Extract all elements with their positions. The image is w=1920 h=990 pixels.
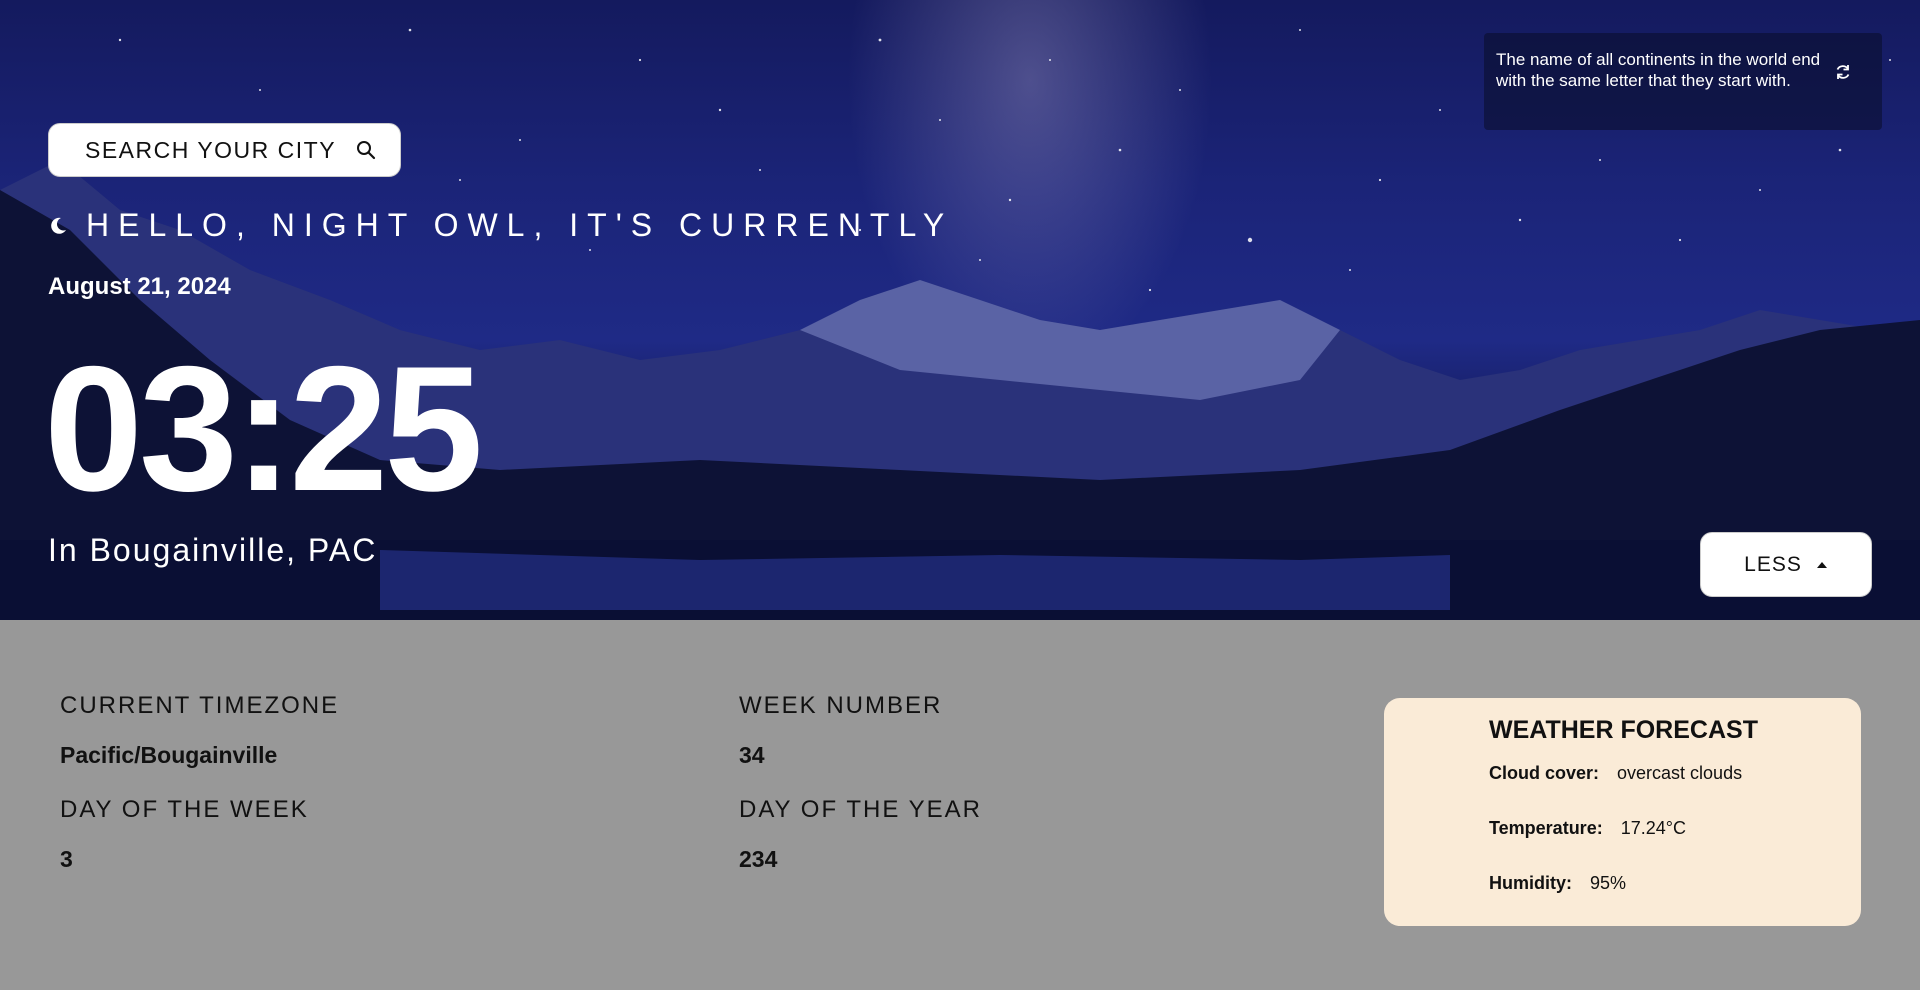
refresh-icon[interactable] xyxy=(1834,63,1852,81)
weather-title: WEATHER FORECAST xyxy=(1489,716,1758,744)
hero-background: SEARCH YOUR CITY HELLO, NIGHT OWL, IT'S … xyxy=(0,0,1920,620)
search-city-button[interactable]: SEARCH YOUR CITY xyxy=(48,123,401,177)
timezone-label: CURRENT TIMEZONE xyxy=(60,692,340,719)
current-date: August 21, 2024 xyxy=(48,273,231,300)
day-of-week-label: DAY OF THE WEEK xyxy=(60,796,309,823)
week-number-block: WEEK NUMBER 34 xyxy=(739,692,942,769)
day-of-week-block: DAY OF THE WEEK 3 xyxy=(60,796,309,873)
search-icon xyxy=(357,141,376,160)
day-of-year-value: 234 xyxy=(739,846,778,872)
cloud-cover-label: Cloud cover: xyxy=(1489,763,1600,783)
week-number-value: 34 xyxy=(739,742,765,768)
current-location: In Bougainville, PAC xyxy=(48,532,378,568)
current-time: 03:25 xyxy=(44,329,483,528)
timezone-block: CURRENT TIMEZONE Pacific/Bougainville xyxy=(60,692,339,769)
humidity-row: Humidity: 95% xyxy=(1489,873,1861,928)
less-label: LESS xyxy=(1744,552,1802,576)
search-label: SEARCH YOUR CITY xyxy=(85,136,337,163)
week-number-label: WEEK NUMBER xyxy=(739,692,943,719)
moon-icon xyxy=(51,217,66,234)
day-of-week-value: 3 xyxy=(60,846,73,872)
quote-box: The name of all continents in the world … xyxy=(1484,33,1882,130)
greeting-text: HELLO, NIGHT OWL, IT'S CURRENTLY xyxy=(86,207,954,243)
humidity-label: Humidity: xyxy=(1489,873,1572,893)
less-toggle-button[interactable]: LESS xyxy=(1700,532,1872,597)
temperature-label: Temperature: xyxy=(1489,818,1603,838)
weather-card: WEATHER FORECAST Cloud cover: overcast c… xyxy=(1384,698,1861,926)
humidity-value: 95% xyxy=(1590,873,1627,893)
timezone-value: Pacific/Bougainville xyxy=(60,742,278,768)
day-of-year-label: DAY OF THE YEAR xyxy=(739,796,982,823)
cloud-cover-value: overcast clouds xyxy=(1617,763,1743,783)
day-of-year-block: DAY OF THE YEAR 234 xyxy=(739,796,982,873)
temperature-row: Temperature: 17.24°C xyxy=(1489,818,1861,873)
caret-up-icon xyxy=(1816,561,1827,568)
temperature-value: 17.24°C xyxy=(1620,818,1686,838)
greeting: HELLO, NIGHT OWL, IT'S CURRENTLY xyxy=(48,207,953,244)
quote-text: The name of all continents in the world … xyxy=(1496,50,1821,90)
cloud-cover-row: Cloud cover: overcast clouds xyxy=(1489,763,1861,818)
